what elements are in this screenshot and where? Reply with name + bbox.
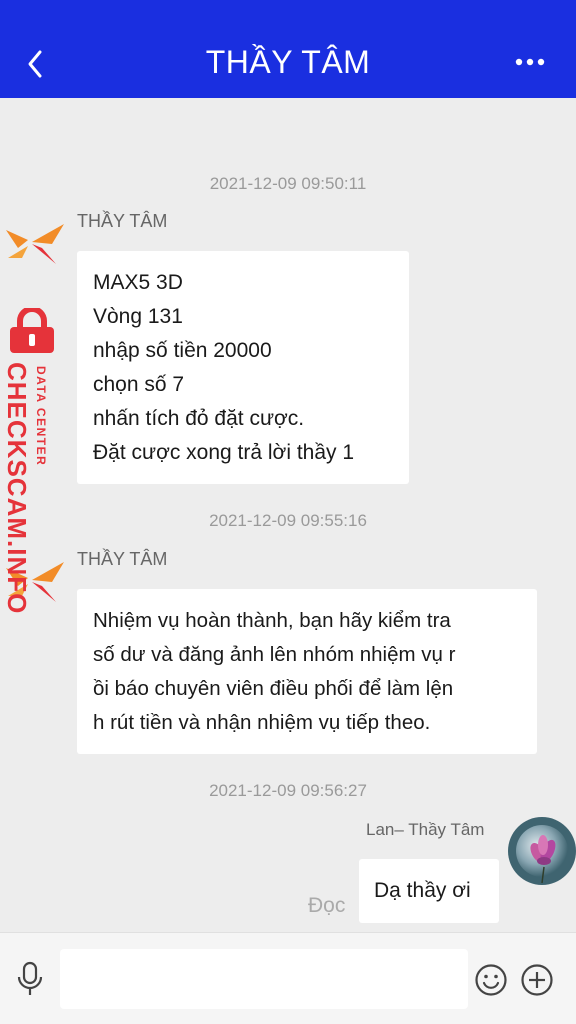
microphone-icon[interactable] [14, 959, 46, 999]
sender-name: THẦY TÂM [77, 549, 168, 569]
message-line: số dư và đăng ảnh lên nhóm nhiệm vụ r [93, 643, 456, 666]
user-avatar[interactable] [508, 817, 576, 885]
message-line: h rút tiền và nhận nhiệm vụ tiếp theo. [93, 711, 431, 734]
message-line: chọn số 7 [93, 373, 185, 396]
message-input[interactable] [60, 949, 468, 1009]
page-title: THẦY TÂM [205, 44, 371, 80]
message-bubble[interactable]: Nhiệm vụ hoàn thành, bạn hãy kiểm tra số… [77, 589, 537, 754]
watermark-tagline: DATA CENTER [34, 366, 48, 467]
message-line: Dạ thầy ơi [374, 879, 471, 902]
sender-name: THẦY TÂM [77, 211, 168, 231]
smiley-icon[interactable] [474, 963, 508, 997]
message-line: nhập số tiền 20000 [93, 339, 272, 362]
sender-name: Lan– Thầy Tâm [366, 820, 485, 839]
message-line: ồi báo chuyên viên điều phối để làm lện [93, 677, 454, 700]
chat-header: THẦY TÂM [0, 0, 576, 98]
more-horizontal-icon[interactable] [514, 55, 546, 69]
message-line: Vòng 131 [93, 305, 183, 328]
message-bubble-outgoing[interactable]: Dạ thầy ơi [359, 859, 499, 923]
message-line: Nhiệm vụ hoàn thành, bạn hãy kiểm tra [93, 609, 451, 632]
plus-circle-icon[interactable] [520, 963, 554, 997]
sender-avatar[interactable] [2, 218, 70, 266]
read-status: Đọc [308, 894, 346, 917]
message-line: Đặt cược xong trả lời thầy 1 [93, 441, 355, 464]
message-bubble[interactable]: MAX5 3D Vòng 131 nhập số tiền 20000 chọn… [77, 251, 409, 484]
message-timestamp: 2021-12-09 09:56:27 [209, 781, 367, 800]
message-timestamp: 2021-12-09 09:55:16 [209, 511, 367, 530]
message-composer [0, 932, 576, 1024]
message-line: MAX5 3D [93, 271, 183, 294]
lock-icon [10, 308, 54, 353]
message-timestamp: 2021-12-09 09:50:11 [209, 174, 367, 193]
watermark-brand: CHECKSCAM.INFO [2, 362, 32, 615]
flower-avatar-image [508, 817, 576, 885]
message-line: nhấn tích đỏ đặt cược. [93, 407, 305, 430]
